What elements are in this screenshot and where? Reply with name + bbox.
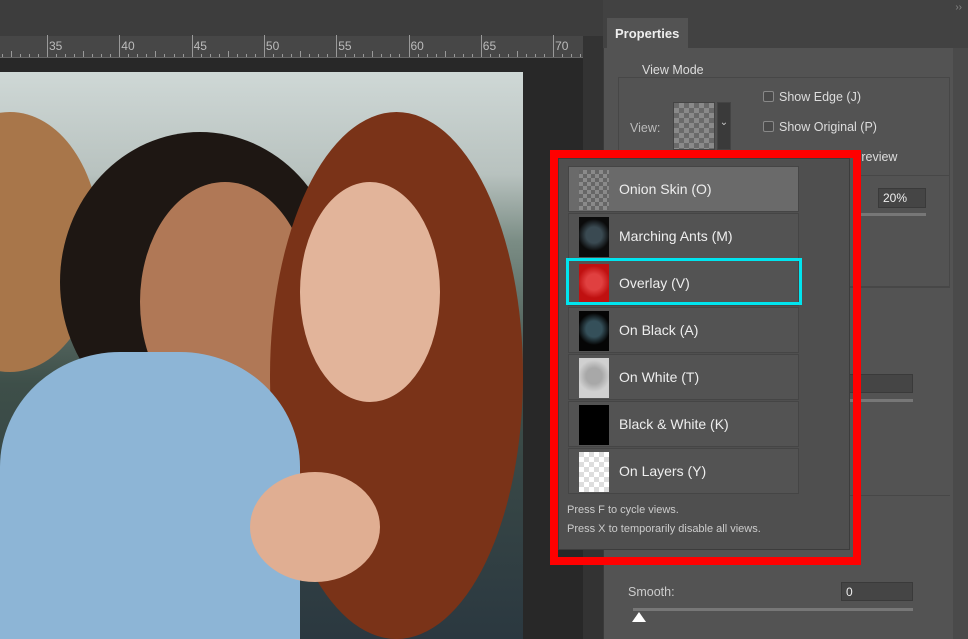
ruler-tick [74, 54, 76, 57]
shirt-blue [0, 352, 300, 639]
ruler-tick [516, 51, 518, 57]
ruler-tick [37, 54, 39, 57]
ruler-tick [354, 54, 356, 57]
hand [250, 472, 380, 582]
ruler-tick [254, 54, 256, 57]
ruler-tick [128, 54, 130, 57]
ruler-tick [110, 54, 112, 57]
face-right [300, 182, 440, 402]
ruler-tick [381, 54, 383, 57]
ruler-tick [83, 51, 85, 57]
ruler-tick [525, 54, 527, 57]
ruler-tick [363, 54, 365, 57]
ruler-tick [263, 35, 265, 57]
panel-scrollbar[interactable] [953, 48, 968, 639]
canvas-photo[interactable] [0, 72, 523, 639]
ruler-tick [164, 54, 166, 57]
smooth-field[interactable]: 0 [841, 582, 913, 601]
ruler-tick [47, 35, 48, 57]
ruler-label: 40 [121, 39, 135, 53]
ruler-label: 55 [338, 39, 352, 53]
annotation-highlight-box [550, 150, 861, 565]
ruler-tick [300, 51, 302, 57]
ruler-tick [553, 35, 555, 57]
show-original-label: Show Original (P) [779, 120, 877, 134]
overlay-focus-ring [566, 258, 802, 305]
ruler-tick [245, 54, 247, 57]
ruler-tick [435, 54, 437, 57]
ruler-label: 45 [193, 39, 207, 53]
ruler-tick [173, 54, 175, 57]
horizontal-ruler[interactable]: 35 40 45 50 55 60 65 70 [0, 35, 583, 58]
ruler-tick [372, 51, 374, 57]
ruler-tick [544, 54, 546, 57]
ruler-tick [408, 35, 410, 57]
ruler-tick [291, 54, 292, 57]
ruler-tick [137, 54, 139, 57]
ruler-tick [471, 54, 473, 57]
ruler-tick [507, 54, 509, 57]
ruler-tick [28, 54, 30, 57]
ruler-tick [236, 54, 238, 57]
ruler-tick [200, 54, 202, 57]
ruler-tick [155, 51, 157, 57]
ruler-tick [227, 51, 229, 57]
ruler-tick [92, 54, 94, 57]
ruler-label: 65 [482, 39, 497, 53]
view-label: View: [630, 121, 661, 135]
view-thumbnail[interactable] [673, 102, 715, 150]
ruler-tick [336, 35, 338, 57]
ruler-label: 50 [265, 39, 280, 53]
ruler-tick [119, 35, 121, 57]
show-edge-checkbox[interactable] [763, 91, 774, 102]
ruler-tick [462, 54, 464, 57]
chevron-down-icon[interactable]: ⌄ [717, 102, 731, 150]
ruler-tick [209, 54, 211, 57]
ruler-tick [10, 51, 12, 57]
ruler-tick [562, 54, 564, 57]
ruler-tick [182, 54, 184, 57]
smooth-label: Smooth: [628, 585, 675, 599]
ruler-label: 35 [49, 39, 63, 53]
ruler-tick [580, 54, 582, 57]
opacity-field[interactable]: 20% [878, 188, 926, 208]
ruler-tick [498, 54, 500, 57]
ruler-tick [327, 54, 329, 57]
ruler-tick [318, 54, 320, 57]
ruler-tick [309, 54, 311, 57]
show-edge-label: Show Edge (J) [779, 90, 861, 104]
ruler-tick [19, 54, 21, 57]
ruler-tick [444, 51, 446, 57]
ruler-tick [399, 54, 401, 57]
ruler-label: 70 [555, 39, 569, 53]
view-mode-title: View Mode [637, 63, 709, 77]
ruler-tick [101, 54, 103, 57]
ruler-tick [56, 54, 58, 57]
ruler-tick [65, 54, 67, 57]
ruler-tick [535, 54, 537, 57]
ruler-tick [191, 35, 193, 57]
ruler-tick [571, 54, 573, 57]
smooth-slider[interactable] [633, 608, 913, 611]
ruler-tick [426, 54, 428, 57]
ruler-tick [272, 54, 274, 57]
double-chevron-right-icon[interactable]: ›› [955, 2, 962, 13]
ruler-tick [281, 54, 283, 57]
ruler-tick [453, 54, 455, 57]
ruler-tick [218, 54, 220, 57]
ruler-tick [480, 35, 482, 57]
ruler-label: 60 [410, 39, 424, 53]
ruler-tick [1, 54, 3, 57]
opacity-slider[interactable] [853, 213, 926, 216]
divider [855, 175, 950, 176]
ruler-tick [146, 54, 148, 57]
show-original-checkbox[interactable] [763, 121, 774, 132]
ruler-tick [345, 54, 347, 57]
tab-properties[interactable]: Properties [607, 18, 688, 48]
ruler-tick [390, 54, 392, 57]
ruler-tick [489, 54, 491, 57]
ruler-tick [417, 54, 419, 57]
smooth-slider-knob[interactable] [632, 612, 646, 622]
